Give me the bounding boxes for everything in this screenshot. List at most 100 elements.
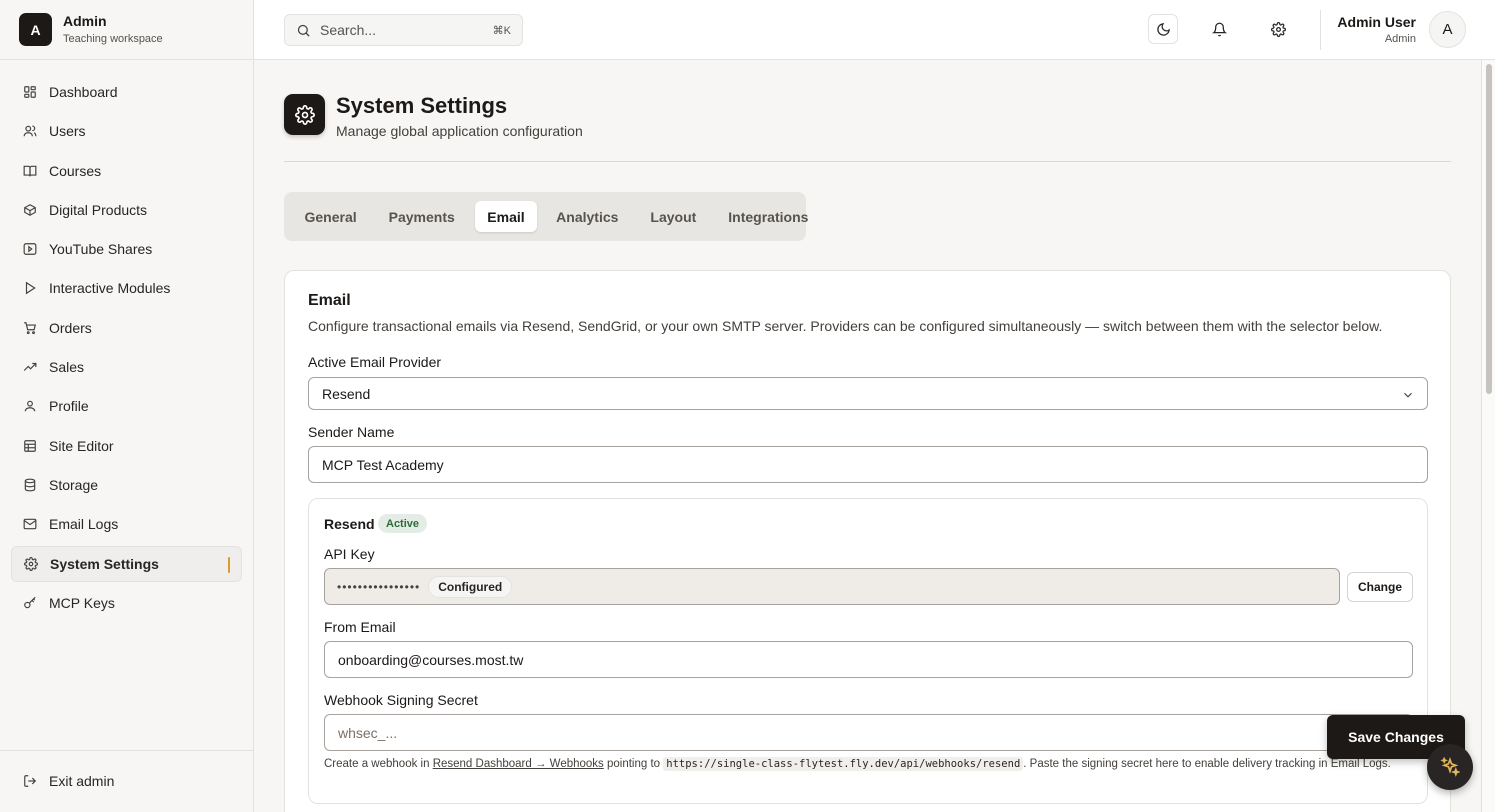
user-menu[interactable]: Admin User Admin (1337, 14, 1416, 46)
sidebar-item-storage[interactable]: Storage (11, 467, 242, 503)
sidebar-item-label: System Settings (50, 555, 159, 572)
sidebar-item-label: Courses (49, 162, 102, 179)
sidebar-footer: Exit admin (0, 750, 254, 812)
logout-icon (24, 775, 37, 787)
gear-icon (24, 556, 38, 571)
configured-badge: Configured (428, 575, 513, 598)
provider-select[interactable]: Resend (308, 377, 1428, 410)
sidebar-nav: Dashboard Users Courses Digital Products… (11, 74, 242, 624)
sidebar-item-mcp-keys[interactable]: MCP Keys (11, 585, 242, 621)
from-email-input[interactable]: onboarding@courses.most.tw (324, 641, 1413, 678)
brand-subtitle: Teaching workspace (63, 33, 163, 45)
api-key-field: •••••••••••••••• Configured (324, 568, 1340, 605)
sidebar-item-dashboard[interactable]: Dashboard (11, 74, 242, 110)
provider-title: Resend (324, 516, 375, 532)
webhook-secret-input[interactable]: whsec_... (324, 714, 1413, 751)
sidebar-item-sales[interactable]: Sales (11, 349, 242, 385)
ai-assistant-button[interactable] (1427, 744, 1473, 790)
trending-up-icon (23, 362, 37, 371)
sidebar-item-label: MCP Keys (49, 594, 115, 611)
sidebar-item-label: Site Editor (49, 437, 114, 454)
api-key-mask: •••••••••••••••• (337, 579, 421, 594)
sidebar-item-users[interactable]: Users (11, 113, 242, 149)
webhook-help-text: Create a webhook in Resend Dashboard → W… (324, 757, 1404, 772)
page-subtitle: Manage global application configuration (336, 123, 583, 139)
gear-icon (294, 104, 315, 125)
tab-payments[interactable]: Payments (373, 201, 470, 232)
book-icon (23, 165, 37, 176)
package-icon (24, 203, 36, 216)
tab-email[interactable]: Email (475, 201, 537, 232)
sidebar-item-site-editor[interactable]: Site Editor (11, 428, 242, 464)
gear-icon (1270, 21, 1286, 37)
cart-icon (24, 321, 36, 334)
sidebar-item-courses[interactable]: Courses (11, 153, 242, 189)
sidebar-item-orders[interactable]: Orders (11, 310, 242, 346)
card-title: Email (308, 292, 351, 309)
sidebar-item-label: Profile (49, 398, 89, 415)
sidebar-item-digital-products[interactable]: Digital Products (11, 192, 242, 228)
layout-icon (24, 439, 36, 452)
main-content: System Settings Manage global applicatio… (254, 60, 1481, 812)
grid-icon (24, 86, 36, 98)
tab-integrations[interactable]: Integrations (713, 201, 824, 232)
settings-button[interactable] (1263, 14, 1293, 44)
notifications-button[interactable] (1204, 14, 1234, 44)
sidebar-item-label: Email Logs (49, 516, 119, 533)
youtube-icon (23, 243, 37, 256)
user-role: Admin (1384, 33, 1416, 45)
sidebar: A Admin Teaching workspace Dashboard Use… (0, 0, 254, 812)
user-name: Admin User (1337, 14, 1416, 30)
exit-admin-label: Exit admin (49, 773, 115, 789)
tab-general[interactable]: General (289, 201, 372, 232)
sender-label: Sender Name (308, 424, 395, 440)
sidebar-item-label: Orders (49, 319, 92, 336)
sidebar-item-label: Users (49, 123, 86, 140)
sidebar-item-label: Interactive Modules (49, 280, 171, 297)
users-icon (23, 125, 37, 137)
webhook-secret-placeholder: whsec_... (338, 724, 398, 741)
help-prefix: Create a webhook in (324, 758, 433, 770)
scrollbar[interactable] (1481, 60, 1495, 812)
email-settings-card: Email Configure transactional emails via… (284, 270, 1451, 812)
page-icon (284, 94, 325, 135)
resend-provider-panel: Resend Active API Key •••••••••••••••• C… (308, 498, 1428, 804)
brand-name: Admin (63, 13, 107, 29)
scrollbar-thumb[interactable] (1486, 64, 1492, 394)
exit-admin-link[interactable]: Exit admin (11, 763, 242, 799)
sidebar-item-profile[interactable]: Profile (11, 388, 242, 424)
sidebar-item-label: YouTube Shares (49, 241, 153, 258)
settings-tabs: General Payments Email Analytics Layout … (284, 192, 808, 241)
help-suffix: . Paste the signing secret here to enabl… (1023, 758, 1391, 770)
sender-name-input[interactable]: MCP Test Academy (308, 446, 1428, 483)
brand[interactable]: A Admin Teaching workspace (0, 0, 253, 60)
page-header: System Settings Manage global applicatio… (284, 93, 583, 140)
bell-icon (1211, 22, 1227, 36)
sidebar-item-youtube-shares[interactable]: YouTube Shares (11, 231, 242, 267)
sparkles-icon (1440, 757, 1460, 777)
moon-icon (1156, 22, 1170, 36)
theme-toggle-button[interactable] (1148, 14, 1178, 44)
chevron-down-icon (1404, 392, 1412, 398)
search-placeholder: Search... (320, 22, 377, 38)
search-shortcut: ⌘K (492, 25, 511, 37)
resend-dashboard-link[interactable]: Resend Dashboard → Webhooks (433, 758, 604, 770)
avatar[interactable]: A (1429, 11, 1466, 48)
tab-analytics[interactable]: Analytics (541, 201, 634, 232)
sidebar-item-email-logs[interactable]: Email Logs (11, 506, 242, 542)
status-badge: Active (378, 514, 428, 533)
sidebar-item-interactive-modules[interactable]: Interactive Modules (11, 270, 242, 306)
sidebar-item-system-settings[interactable]: System Settings (11, 545, 242, 582)
from-email-label: From Email (324, 619, 396, 635)
user-icon (24, 401, 36, 412)
play-icon (25, 282, 36, 295)
change-api-key-button[interactable]: Change (1347, 572, 1413, 602)
search-input[interactable]: Search... ⌘K (284, 14, 523, 46)
sidebar-item-label: Digital Products (49, 201, 148, 218)
header-divider (284, 161, 1451, 162)
provider-label: Active Email Provider (308, 354, 442, 370)
webhook-secret-label: Webhook Signing Secret (324, 692, 478, 708)
sidebar-item-label: Dashboard (49, 84, 118, 100)
tab-layout[interactable]: Layout (635, 201, 712, 232)
search-icon (297, 24, 310, 37)
